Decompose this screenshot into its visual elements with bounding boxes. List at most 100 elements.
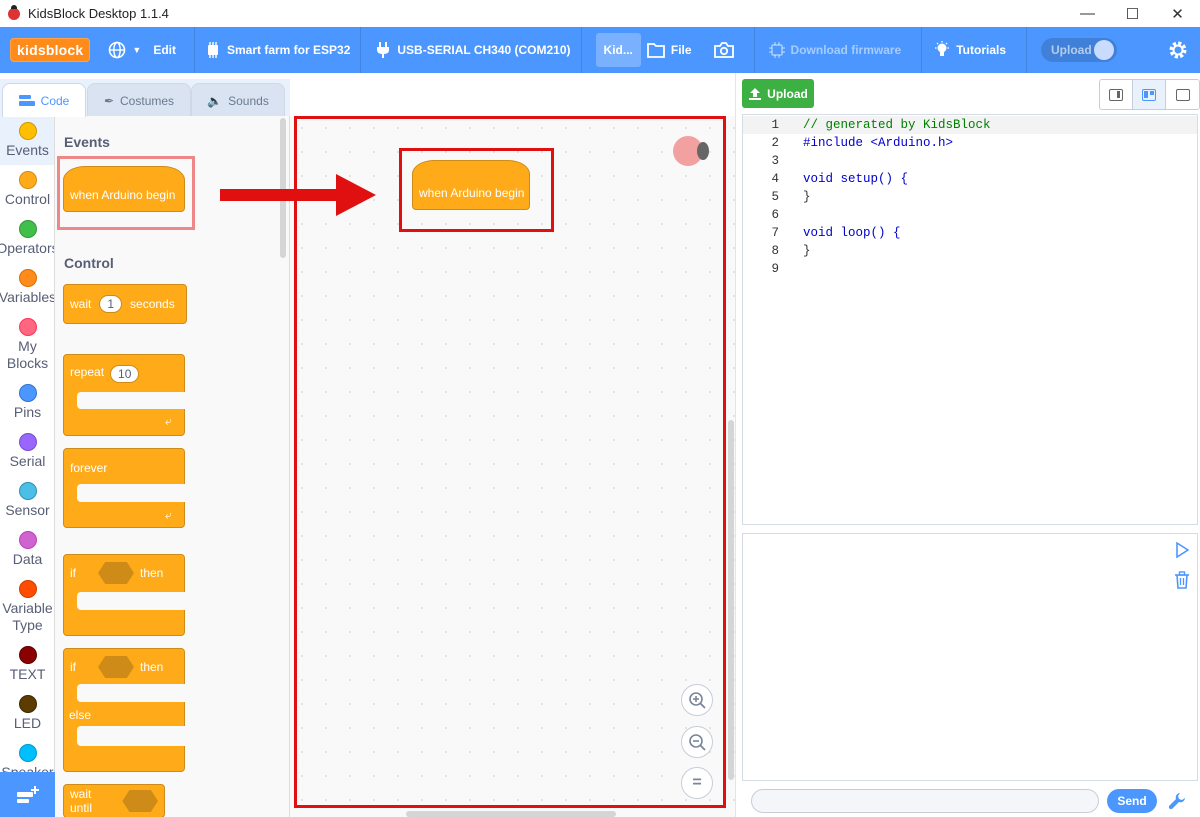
toggle-knob xyxy=(1094,40,1115,60)
category-control[interactable]: Control xyxy=(0,165,54,214)
device-label: Smart farm for ESP32 xyxy=(226,43,351,57)
code-line: 1 // generated by KidsBlock xyxy=(743,116,1197,134)
zoom-in-button[interactable] xyxy=(681,684,713,716)
category-variable-type[interactable]: Variable Type xyxy=(0,574,54,640)
zoom-out-icon xyxy=(689,734,706,751)
code-line: 5} xyxy=(743,188,1197,206)
repeat-slot xyxy=(77,392,186,409)
wait-seconds-input[interactable]: 1 xyxy=(99,295,123,313)
code-text: } xyxy=(803,244,811,258)
category-operators[interactable]: Operators xyxy=(0,214,54,263)
file-menu[interactable]: File xyxy=(645,27,702,73)
palette-wait-block[interactable]: wait 1 seconds xyxy=(63,284,187,324)
editor-tabs: Code ✒ Costumes 🔈 Sounds xyxy=(0,79,290,117)
category-variables[interactable]: Variables xyxy=(0,263,55,312)
line-number: 7 xyxy=(771,226,779,240)
project-title-tab[interactable]: Kid... xyxy=(595,33,641,67)
repeat-count-input[interactable]: 10 xyxy=(110,365,140,383)
tab-code[interactable]: Code xyxy=(2,83,86,117)
port-label: USB-SERIAL CH340 (COM210) xyxy=(397,43,571,57)
category-data[interactable]: Data xyxy=(0,525,54,574)
workspace-horizontal-scrollbar[interactable] xyxy=(406,811,616,817)
title-bar: KidsBlock Desktop 1.1.4 — ☐ ✕ xyxy=(0,0,1200,27)
serial-clear-button[interactable] xyxy=(1167,565,1197,595)
serial-send-input[interactable] xyxy=(751,789,1099,813)
add-extension-button[interactable] xyxy=(0,772,55,817)
download-firmware-button[interactable]: Download firmware xyxy=(755,27,912,73)
wait-until-condition-slot[interactable] xyxy=(122,790,158,812)
code-line: 9 xyxy=(743,260,1197,278)
layout-switcher xyxy=(1099,79,1200,110)
code-text: void setup() { xyxy=(803,172,909,186)
code-text: // generated by KidsBlock xyxy=(803,118,991,132)
if-label: if xyxy=(70,566,76,580)
layout-split-left-button[interactable] xyxy=(1133,80,1166,109)
layout-split-right-button[interactable] xyxy=(1100,80,1133,109)
category-label: Events xyxy=(6,142,49,158)
workspace-vertical-scrollbar[interactable] xyxy=(728,420,734,780)
tutorials-button[interactable]: Tutorials xyxy=(922,27,1016,73)
if-condition-slot[interactable] xyxy=(98,562,134,584)
loop-arrow-icon: ⤶ xyxy=(165,508,172,522)
else-label: else xyxy=(69,708,92,722)
edit-menu[interactable]: Edit xyxy=(151,27,186,73)
kidsblock-logo[interactable]: kidsblock xyxy=(10,38,91,62)
category-my-blocks[interactable]: My Blocks xyxy=(0,312,54,378)
category-label: My Blocks xyxy=(6,338,49,371)
category-dot xyxy=(18,646,37,664)
category-serial[interactable]: Serial xyxy=(0,427,54,476)
category-led[interactable]: LED xyxy=(0,689,54,738)
category-label: TEXT xyxy=(9,666,46,682)
category-dot xyxy=(18,531,37,549)
palette-events-title: Events xyxy=(64,134,110,150)
upload-label: Upload xyxy=(767,86,808,101)
tab-costumes[interactable]: ✒ Costumes xyxy=(87,83,191,117)
tab-sounds[interactable]: 🔈 Sounds xyxy=(191,83,285,117)
line-number: 5 xyxy=(771,190,779,204)
tab-sounds-label: Sounds xyxy=(228,93,269,108)
line-number: 6 xyxy=(771,208,779,222)
category-label: Data xyxy=(12,551,43,567)
zoom-reset-button[interactable]: = xyxy=(681,767,713,799)
port-menu[interactable]: USB-SERIAL CH340 (COM210) xyxy=(361,27,580,73)
upload-button[interactable]: Upload xyxy=(742,79,814,108)
line-number: 2 xyxy=(771,136,779,150)
line-number: 4 xyxy=(771,172,779,186)
category-pins[interactable]: Pins xyxy=(0,378,54,427)
toggle-switch[interactable]: Upload xyxy=(1041,38,1118,62)
palette-control-title: Control xyxy=(64,255,114,271)
settings-button[interactable] xyxy=(1158,27,1198,73)
code-editor[interactable]: 1 // generated by KidsBlock 2 #include <Ar… xyxy=(742,114,1198,525)
serial-monitor[interactable] xyxy=(742,533,1198,781)
zoom-out-button[interactable] xyxy=(681,726,713,758)
code-line: 7 void loop() { xyxy=(743,224,1197,242)
layout-full-button[interactable] xyxy=(1166,80,1199,109)
upload-mode-toggle[interactable]: Upload xyxy=(1027,27,1127,73)
close-icon[interactable]: ✕ xyxy=(1155,0,1200,27)
globe-icon xyxy=(109,41,126,59)
category-dot xyxy=(18,318,37,336)
category-events[interactable]: Events xyxy=(0,116,54,165)
send-button[interactable]: Send xyxy=(1107,789,1157,813)
category-text[interactable]: TEXT xyxy=(0,640,54,689)
if-condition-slot[interactable] xyxy=(98,656,134,678)
screenshot-button[interactable] xyxy=(702,27,744,73)
device-menu[interactable]: Smart farm for ESP32 xyxy=(195,27,360,73)
palette-wait-until-block[interactable]: wait until xyxy=(63,784,165,817)
code-text: } xyxy=(803,190,811,204)
menu-separator xyxy=(580,27,582,73)
code-blocks-icon xyxy=(18,94,35,106)
brush-icon: ✒ xyxy=(103,93,115,108)
chip-icon xyxy=(207,42,218,58)
category-sensor[interactable]: Sensor xyxy=(0,476,54,525)
category-dot xyxy=(18,171,37,189)
category-label: Sensor xyxy=(5,502,50,518)
serial-settings-button[interactable] xyxy=(1165,789,1189,813)
panel-divider[interactable] xyxy=(735,73,736,817)
serial-start-button[interactable] xyxy=(1167,535,1197,565)
language-menu[interactable]: ▼ xyxy=(98,27,151,73)
category-label: Variables xyxy=(0,289,55,305)
maximize-icon[interactable]: ☐ xyxy=(1110,0,1155,27)
category-dot xyxy=(18,695,37,713)
minimize-icon[interactable]: — xyxy=(1065,0,1110,27)
